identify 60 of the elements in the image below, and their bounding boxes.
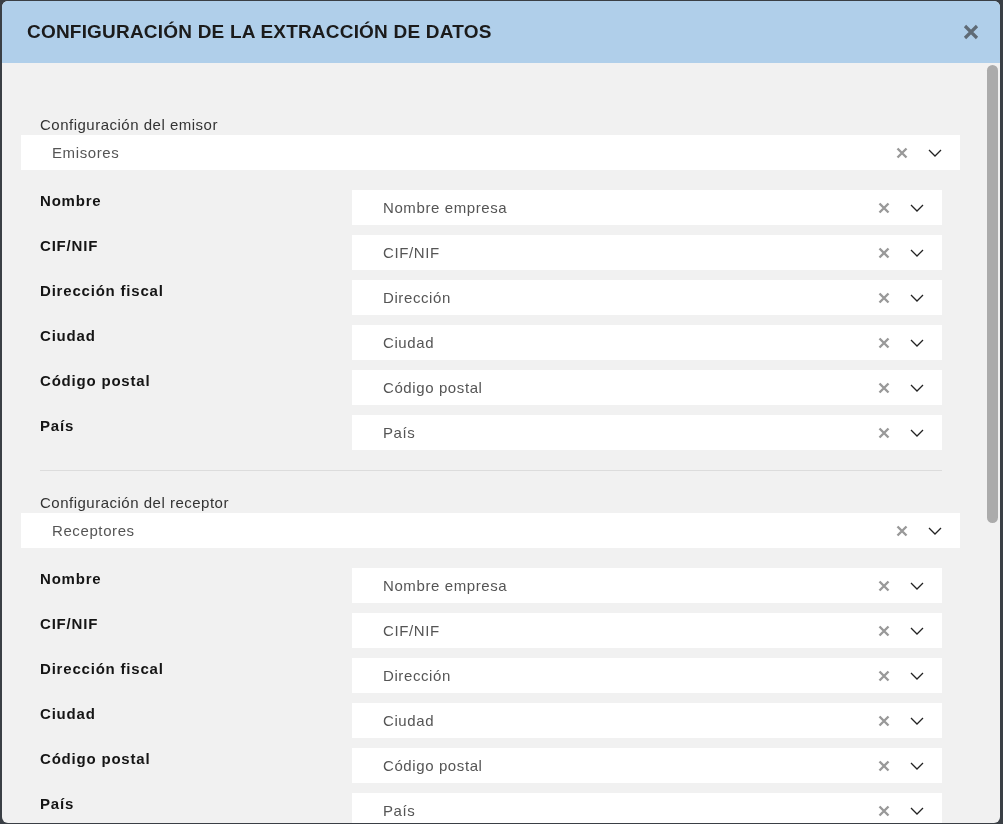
select-field[interactable]: CIF/NIF [352, 235, 942, 270]
clear-icon[interactable] [878, 426, 890, 439]
section-label: Configuración del emisor [40, 115, 219, 135]
scrollbar-thumb[interactable] [987, 65, 998, 523]
field-label: Ciudad [40, 704, 97, 722]
field-label: Ciudad [40, 326, 97, 344]
select-field[interactable]: Código postal [352, 748, 942, 783]
select-field[interactable]: Nombre empresa [352, 190, 942, 225]
select-field[interactable]: Emisores [21, 135, 960, 170]
chevron-down-icon[interactable] [910, 761, 924, 770]
clear-icon[interactable] [896, 146, 908, 159]
field-label: Nombre [40, 191, 103, 209]
chevron-down-icon[interactable] [910, 581, 924, 590]
field-label: Nombre [40, 569, 103, 587]
chevron-down-icon[interactable] [910, 293, 924, 302]
select-field[interactable]: Ciudad [352, 703, 942, 738]
dialog-title: CONFIGURACIÓN DE LA EXTRACCIÓN DE DATOS [27, 21, 492, 43]
chevron-down-icon[interactable] [910, 716, 924, 725]
close-button[interactable] [962, 23, 980, 41]
clear-icon[interactable] [878, 624, 890, 637]
chevron-down-icon[interactable] [910, 203, 924, 212]
select-field[interactable]: Receptores [21, 513, 960, 548]
field-label: Dirección fiscal [40, 281, 165, 299]
chevron-down-icon[interactable] [910, 338, 924, 347]
select-field[interactable]: CIF/NIF [352, 613, 942, 648]
chevron-down-icon[interactable] [910, 806, 924, 815]
chevron-down-icon[interactable] [928, 526, 942, 535]
chevron-down-icon[interactable] [910, 383, 924, 392]
clear-icon[interactable] [896, 524, 908, 537]
clear-icon[interactable] [878, 669, 890, 682]
select-field[interactable]: País [352, 415, 942, 450]
clear-icon[interactable] [878, 804, 890, 817]
select-field[interactable]: País [352, 793, 942, 823]
select-field[interactable]: Nombre empresa [352, 568, 942, 603]
chevron-down-icon[interactable] [910, 248, 924, 257]
clear-icon[interactable] [878, 714, 890, 727]
chevron-down-icon[interactable] [910, 626, 924, 635]
field-label: Código postal [40, 371, 152, 389]
close-icon [962, 23, 980, 41]
select-field[interactable]: Ciudad [352, 325, 942, 360]
select-field[interactable]: Código postal [352, 370, 942, 405]
field-label: CIF/NIF [40, 614, 100, 632]
chevron-down-icon[interactable] [910, 428, 924, 437]
select-field[interactable]: Dirección [352, 658, 942, 693]
chevron-down-icon[interactable] [928, 148, 942, 157]
field-label: CIF/NIF [40, 236, 100, 254]
clear-icon[interactable] [878, 291, 890, 304]
field-label: Dirección fiscal [40, 659, 165, 677]
field-label: Código postal [40, 749, 152, 767]
clear-icon[interactable] [878, 336, 890, 349]
clear-icon[interactable] [878, 381, 890, 394]
clear-icon[interactable] [878, 759, 890, 772]
field-label: País [40, 416, 76, 434]
field-label: País [40, 794, 76, 812]
clear-icon[interactable] [878, 579, 890, 592]
section-label: Configuración del receptor [40, 493, 230, 513]
clear-icon[interactable] [878, 201, 890, 214]
select-field[interactable]: Dirección [352, 280, 942, 315]
clear-icon[interactable] [878, 246, 890, 259]
chevron-down-icon[interactable] [910, 671, 924, 680]
